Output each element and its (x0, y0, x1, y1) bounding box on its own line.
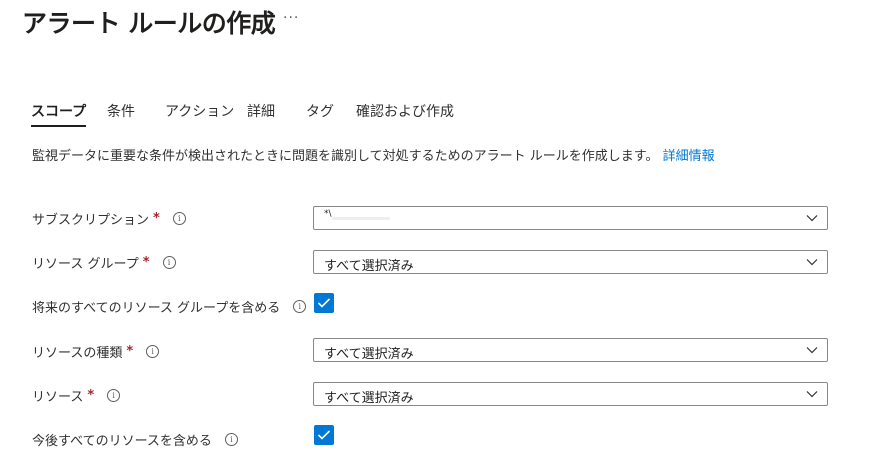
include-future-groups-label: 将来のすべてのリソース グループを含める (32, 301, 281, 316)
required-indicator: * (142, 255, 150, 270)
tab-tags[interactable]: タグ (306, 101, 334, 125)
subscription-label: サブスクリプション (32, 213, 150, 228)
resource-label-row: リソース * i (32, 386, 121, 405)
more-options-button[interactable]: ··· (283, 10, 299, 26)
include-future-groups-checkbox[interactable] (314, 293, 334, 313)
tab-actions[interactable]: アクション (165, 101, 234, 125)
resource-type-value: すべて選択済み (324, 347, 414, 362)
info-icon[interactable]: i (293, 300, 307, 313)
include-future-resources-label-row: 今後すべてのリソースを含める i (32, 430, 238, 449)
subscription-value: *\ (324, 209, 332, 219)
learn-more-link[interactable]: 詳細情報 (663, 149, 715, 164)
info-icon[interactable]: i (224, 433, 238, 446)
include-future-resources-label: 今後すべてのリソースを含める (32, 434, 212, 449)
resource-type-label: リソースの種類 (32, 346, 123, 361)
info-icon[interactable]: i (107, 389, 121, 402)
resource-group-label: リソース グループ (32, 257, 139, 272)
create-alert-rule-page: アラート ルールの作成 ··· スコープ 条件 アクション 詳細 タグ 確認およ… (0, 0, 871, 473)
resource-group-value: すべて選択済み (324, 259, 414, 274)
resource-dropdown[interactable]: すべて選択済み (313, 382, 828, 406)
info-icon[interactable]: i (146, 345, 160, 358)
description: 監視データに重要な条件が検出されたときに問題を識別して対処するためのアラート ル… (32, 145, 715, 164)
subscription-label-row: サブスクリプション * i (32, 209, 186, 228)
info-icon[interactable]: i (162, 256, 176, 269)
redacted-text (332, 217, 390, 220)
include-future-groups-label-row: 将来のすべてのリソース グループを含める i (32, 297, 307, 316)
resource-value: すべて選択済み (324, 391, 414, 406)
chevron-down-icon (806, 391, 818, 398)
tab-condition[interactable]: 条件 (107, 101, 135, 125)
required-indicator: * (87, 388, 95, 403)
required-indicator: * (126, 344, 134, 359)
description-text: 監視データに重要な条件が検出されたときに問題を識別して対処するためのアラート ル… (32, 149, 659, 164)
resource-group-dropdown[interactable]: すべて選択済み (313, 250, 828, 274)
page-title: アラート ルールの作成 (22, 9, 276, 38)
include-future-resources-checkbox[interactable] (314, 425, 334, 445)
tab-details[interactable]: 詳細 (247, 101, 275, 125)
tab-scope[interactable]: スコープ (31, 101, 87, 127)
resource-type-label-row: リソースの種類 * i (32, 342, 160, 361)
tab-review-create[interactable]: 確認および作成 (356, 101, 454, 125)
resource-group-label-row: リソース グループ * i (32, 253, 176, 272)
chevron-down-icon (806, 215, 818, 222)
checkmark-icon (317, 298, 331, 308)
subscription-dropdown[interactable]: *\ (313, 206, 828, 230)
checkmark-icon (317, 430, 331, 440)
chevron-down-icon (806, 347, 818, 354)
required-indicator: * (153, 211, 160, 226)
resource-label: リソース (32, 390, 84, 405)
info-icon[interactable]: i (172, 212, 186, 225)
chevron-down-icon (806, 259, 818, 266)
resource-type-dropdown[interactable]: すべて選択済み (313, 338, 828, 362)
